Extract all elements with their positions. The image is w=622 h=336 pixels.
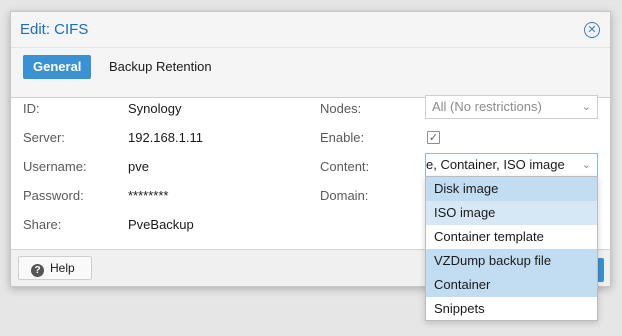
chevron-down-icon[interactable]: ⌄ [582,96,591,118]
content-label: Content: [320,159,370,174]
id-label: ID: [23,101,40,116]
question-circle-icon: ? [31,264,44,277]
nodes-select-value: All (No restrictions) [432,99,542,114]
content-option-snippets[interactable]: Snippets [426,297,597,321]
dialog-title-bar[interactable]: Edit: CIFS ✕ [11,12,610,48]
tab-general[interactable]: General [23,55,92,79]
content-option-disk-image[interactable]: Disk image [426,177,597,201]
enable-checkbox[interactable]: ✓ [427,131,440,144]
content-dropdown-list: Disk image ISO image Container template … [425,176,598,321]
tab-bar: General Backup Retention [11,48,610,98]
share-value: PveBackup [128,217,194,232]
content-select[interactable]: e, Container, ISO image ⌄ [425,153,598,177]
content-option-vzdump-backup-file[interactable]: VZDump backup file [426,249,597,273]
help-button-label: Help [50,261,75,275]
password-label: Password: [23,188,84,203]
content-option-container-template[interactable]: Container template [426,225,597,249]
username-label: Username: [23,159,87,174]
content-select-value: e, Container, ISO image [426,157,565,172]
password-value: ******** [128,188,169,203]
share-label: Share: [23,217,62,232]
domain-label: Domain: [320,188,369,203]
chevron-down-icon[interactable]: ⌄ [582,154,591,176]
content-option-iso-image[interactable]: ISO image [426,201,597,225]
enable-label: Enable: [320,130,365,145]
dialog-title: Edit: CIFS [20,21,89,38]
nodes-select[interactable]: All (No restrictions) ⌄ [425,95,598,119]
id-value: Synology [128,101,182,116]
nodes-label: Nodes: [320,101,362,116]
content-option-container[interactable]: Container [426,273,597,297]
help-button[interactable]: ? Help [18,256,92,280]
tab-backup-retention[interactable]: Backup Retention [99,55,222,79]
server-label: Server: [23,130,65,145]
close-icon[interactable]: ✕ [584,22,600,38]
username-value: pve [128,159,149,174]
server-value: 192.168.1.11 [128,130,203,145]
